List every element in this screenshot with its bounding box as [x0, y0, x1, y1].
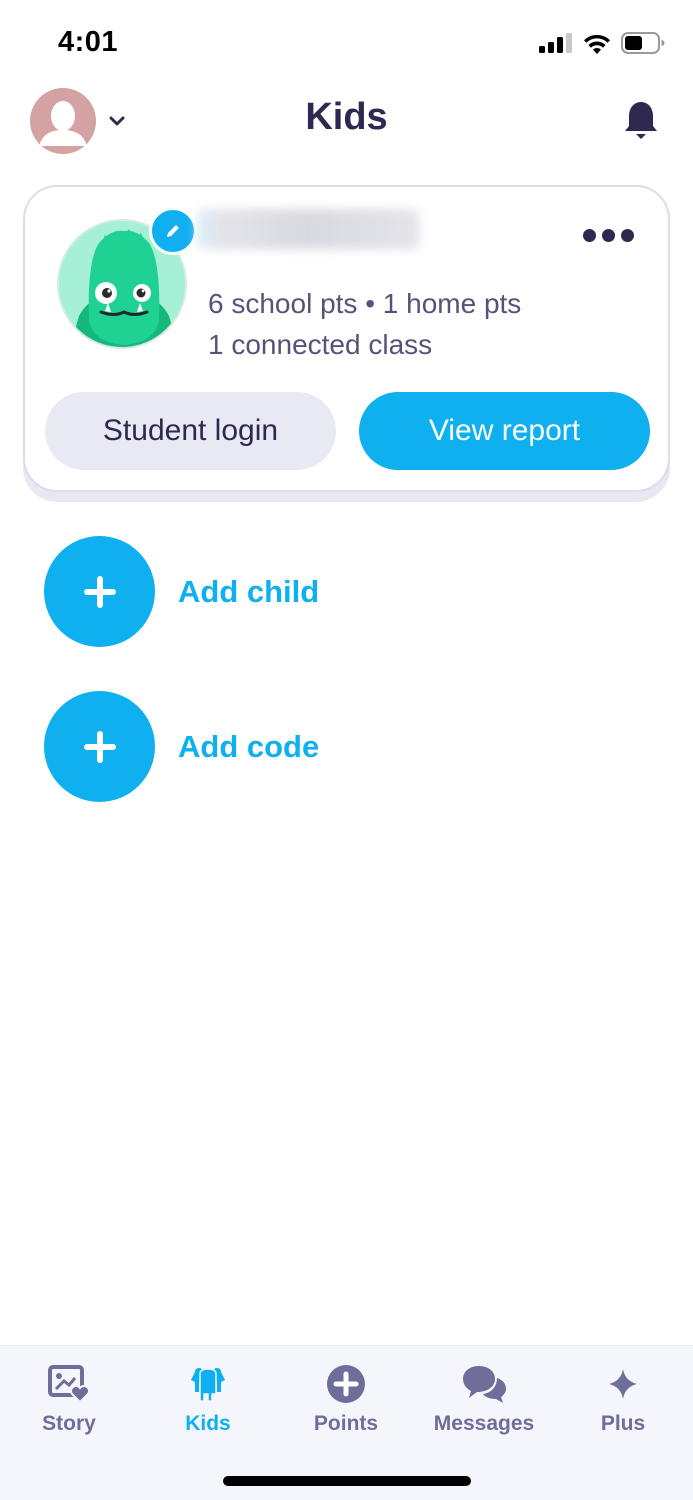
kid-card: 6 school pts • 1 home pts 1 connected cl… [23, 185, 670, 492]
more-horizontal-icon-dot [621, 229, 634, 242]
student-login-button[interactable]: Student login [45, 392, 336, 470]
tab-points-label: Points [313, 1412, 379, 1435]
view-report-button[interactable]: View report [359, 392, 650, 470]
add-child-button[interactable]: Add child [44, 536, 319, 647]
add-code-button[interactable]: Add code [44, 691, 319, 802]
chat-bubbles-icon [463, 1366, 506, 1403]
add-code-label[interactable]: Add code [178, 729, 319, 765]
tab-story[interactable]: Story [0, 1362, 138, 1436]
story-photo-heart-icon [48, 1365, 90, 1404]
wifi-icon [584, 34, 610, 54]
home-indicator[interactable] [223, 1476, 471, 1486]
kid-connected-classes: 1 connected class [208, 329, 433, 360]
tab-plus-label: Plus [600, 1412, 646, 1435]
status-icons [539, 32, 665, 54]
add-child-label[interactable]: Add child [178, 574, 319, 610]
tab-messages-label: Messages [433, 1412, 535, 1435]
tab-kids-label: Kids [185, 1412, 231, 1435]
add-code-circle[interactable] [44, 691, 155, 802]
bell-icon[interactable] [623, 100, 659, 140]
tab-kids[interactable]: Kids [139, 1362, 277, 1436]
plus-icon [83, 575, 116, 608]
status-bar: 4:01 [0, 0, 693, 86]
sparkle-icon [609, 1369, 637, 1399]
status-time: 4:01 [58, 26, 119, 58]
cellular-signal-icon [539, 33, 572, 53]
tab-messages[interactable]: Messages [415, 1362, 553, 1436]
plus-icon [83, 730, 116, 763]
tab-story-label: Story [42, 1412, 96, 1435]
tab-plus[interactable]: Plus [554, 1362, 692, 1436]
tab-bar: Story Kids Points Messages Plus [0, 1345, 693, 1500]
more-options-button[interactable] [583, 229, 634, 242]
pencil-icon [167, 225, 179, 237]
more-horizontal-icon-dot [602, 229, 615, 242]
battery-icon [621, 32, 665, 54]
kid-name-redacted [197, 209, 419, 249]
add-child-circle[interactable] [44, 536, 155, 647]
plus-circle-icon [327, 1365, 365, 1403]
page-title: Kids [305, 96, 388, 138]
kids-icon [191, 1368, 225, 1402]
kid-stats: 6 school pts • 1 home pts 1 connected cl… [208, 283, 521, 365]
more-horizontal-icon-dot [583, 229, 596, 242]
header: Kids [0, 86, 693, 156]
tab-points[interactable]: Points [277, 1362, 415, 1436]
kid-points: 6 school pts • 1 home pts [208, 288, 522, 319]
edit-kid-button[interactable] [149, 207, 197, 255]
